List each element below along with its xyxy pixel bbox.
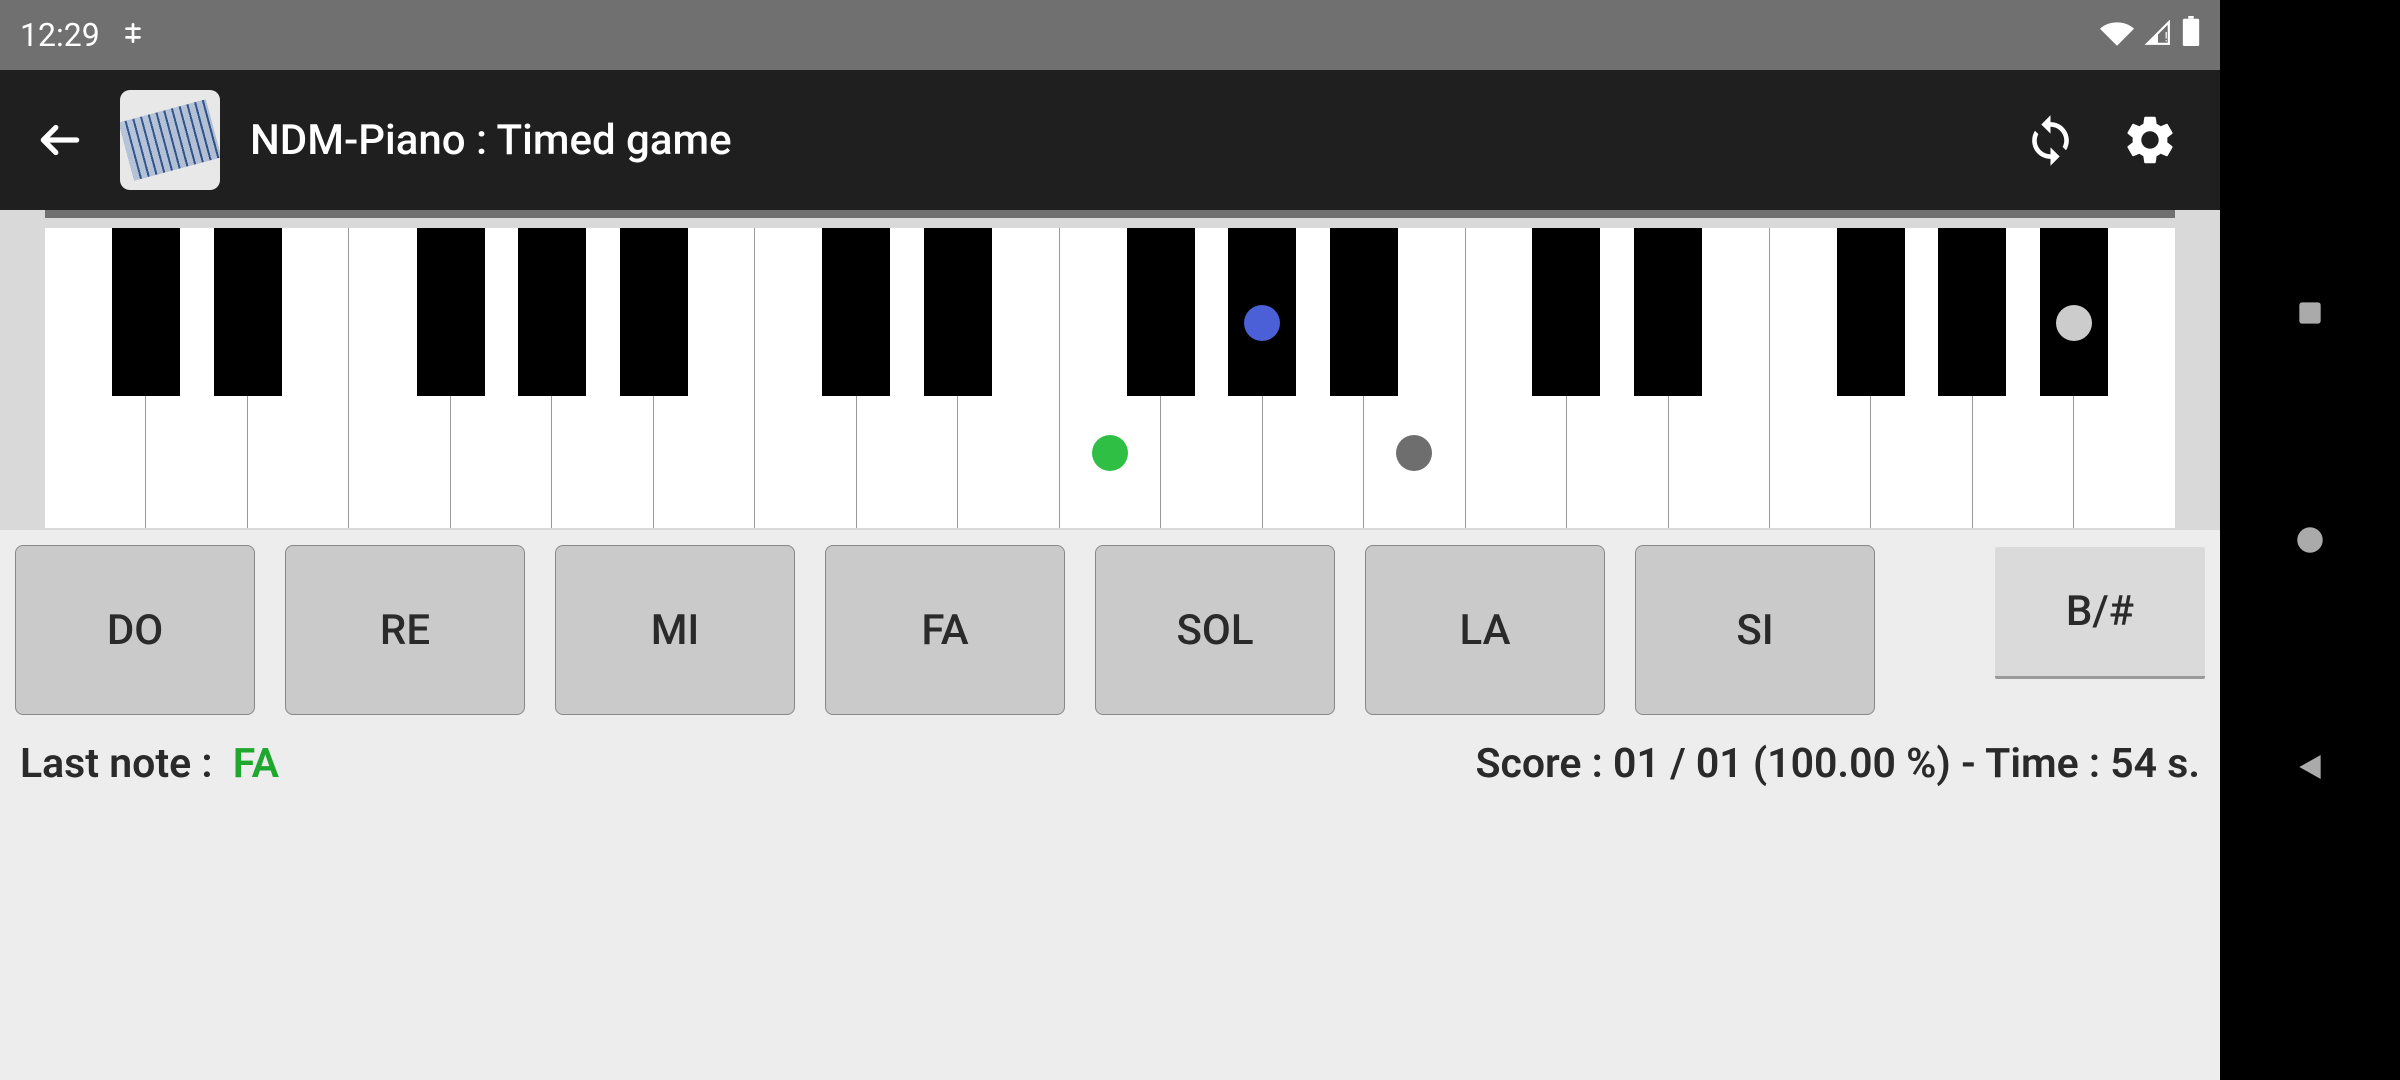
nav-back-button[interactable]	[2290, 747, 2330, 787]
note-marker	[2056, 305, 2092, 341]
android-nav-bar	[2220, 0, 2400, 1080]
svg-text:!: !	[2165, 31, 2168, 46]
black-key[interactable]	[1532, 228, 1600, 396]
battery-icon	[2182, 16, 2200, 54]
black-key[interactable]	[620, 228, 688, 396]
note-marker	[1244, 305, 1280, 341]
app-header: NDM-Piano : Timed game	[0, 70, 2220, 210]
note-button-re[interactable]: RE	[285, 545, 525, 715]
refresh-button[interactable]	[2020, 110, 2080, 170]
last-note-value: FA	[233, 740, 279, 788]
signal-icon: !	[2144, 16, 2172, 54]
black-key[interactable]	[1938, 228, 2006, 396]
progress-bar	[45, 210, 2175, 218]
status-time: 12:29	[20, 16, 100, 54]
piano-container	[0, 210, 2220, 530]
black-key[interactable]	[1837, 228, 1905, 396]
nav-home-button[interactable]	[2290, 520, 2330, 560]
android-status-bar: 12:29 !	[0, 0, 2220, 70]
black-key[interactable]	[518, 228, 586, 396]
nav-recent-button[interactable]	[2290, 293, 2330, 333]
last-note: Last note : FA	[20, 740, 279, 788]
back-button[interactable]	[30, 110, 90, 170]
piano-keyboard[interactable]	[45, 228, 2175, 528]
black-key[interactable]	[1330, 228, 1398, 396]
black-key[interactable]	[214, 228, 282, 396]
note-button-do[interactable]: DO	[15, 545, 255, 715]
last-note-label: Last note :	[20, 740, 213, 788]
settings-button[interactable]	[2120, 110, 2180, 170]
black-key[interactable]	[924, 228, 992, 396]
status-app-icon	[120, 16, 146, 54]
note-button-mi[interactable]: MI	[555, 545, 795, 715]
black-key[interactable]	[1127, 228, 1195, 396]
black-key[interactable]	[112, 228, 180, 396]
wifi-icon	[2100, 16, 2134, 54]
note-button-sol[interactable]: SOL	[1095, 545, 1335, 715]
note-button-la[interactable]: LA	[1365, 545, 1605, 715]
note-button-si[interactable]: SI	[1635, 545, 1875, 715]
black-key[interactable]	[417, 228, 485, 396]
black-key[interactable]	[1634, 228, 1702, 396]
app-title: NDM-Piano : Timed game	[250, 116, 2020, 165]
status-info: Last note : FA Score : 01 / 01 (100.00 %…	[0, 730, 2220, 798]
black-key[interactable]	[822, 228, 890, 396]
score-time: Score : 01 / 01 (100.00 %) - Time : 54 s…	[1475, 740, 2200, 788]
note-marker	[1396, 435, 1432, 471]
note-button-accidental[interactable]: B/#	[1995, 547, 2205, 679]
note-button-row: DOREMIFASOLLASI B/#	[0, 530, 2220, 730]
note-marker	[1092, 435, 1128, 471]
app-icon	[120, 90, 220, 190]
note-button-fa[interactable]: FA	[825, 545, 1065, 715]
